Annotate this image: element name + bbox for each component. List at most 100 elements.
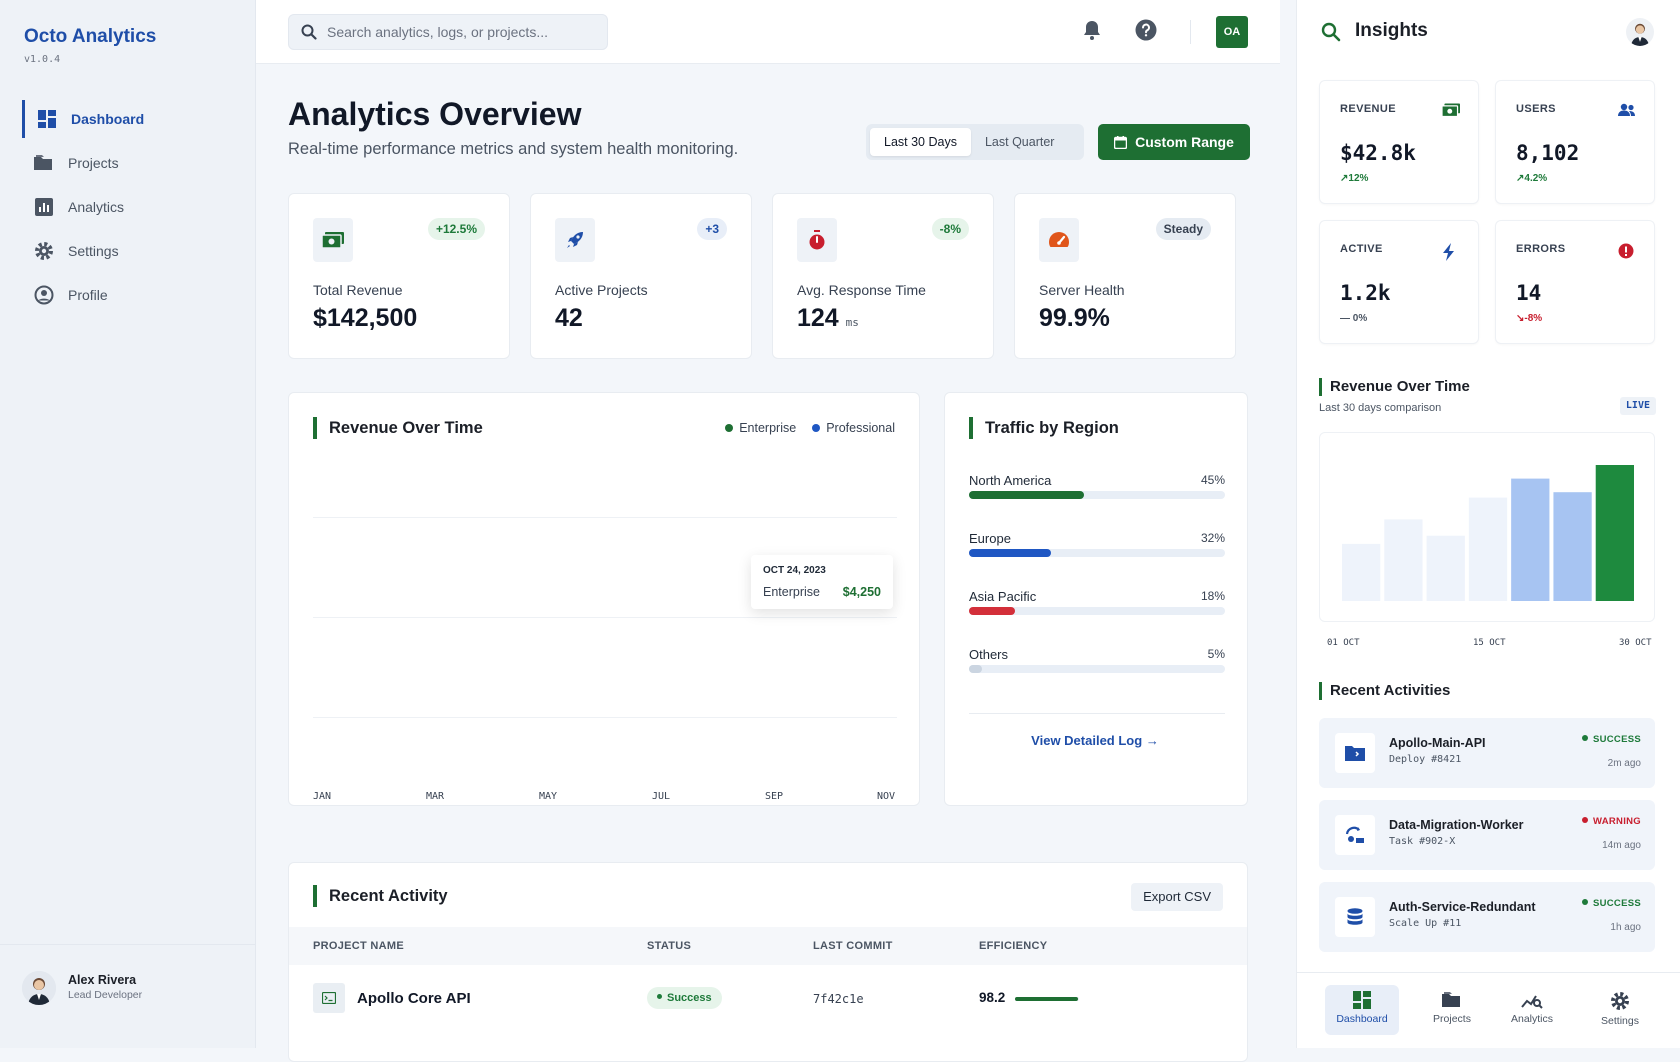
live-badge: LIVE: [1619, 397, 1656, 415]
x-tick: NOV: [877, 791, 896, 802]
chart-bar: [1426, 535, 1465, 601]
date-range-toggle: Last 30 Days Last Quarter: [866, 124, 1084, 160]
legend-enterprise[interactable]: Enterprise: [725, 421, 796, 435]
activity-name: Apollo-Main-API: [1389, 736, 1486, 750]
insight-value: 8,102: [1516, 141, 1580, 165]
chart-legend: Enterprise Professional: [725, 421, 895, 435]
help-icon[interactable]: [1134, 18, 1158, 42]
sidebar-item-settings[interactable]: Settings: [22, 232, 242, 270]
efficiency-bar: [1015, 997, 1079, 1001]
bottom-nav-label: Analytics: [1510, 1013, 1553, 1025]
activity-name: Auth-Service-Redundant: [1389, 900, 1536, 914]
recent-activity-card: Recent Activity Export CSV PROJECT NAME …: [288, 862, 1248, 1062]
x-tick: SEP: [765, 791, 784, 802]
insight-value: $42.8k: [1340, 141, 1416, 165]
chart-bar: [1511, 478, 1550, 601]
column-header: EFFICIENCY: [979, 940, 1048, 952]
range-last-30-days[interactable]: Last 30 Days: [870, 128, 971, 156]
gear-icon: [34, 241, 54, 261]
insight-label: USERS: [1516, 103, 1556, 115]
x-tick: 15 OCT: [1473, 638, 1506, 648]
region-row: Asia Pacific 18%: [969, 589, 1225, 615]
kpi-card-projects: +3 Active Projects 42: [530, 193, 752, 359]
x-tick: JUL: [652, 791, 671, 802]
sidebar: Octo Analytics v1.0.4 Dashboard Projects…: [0, 0, 256, 1048]
x-tick: 01 OCT: [1327, 638, 1360, 648]
column-header: LAST COMMIT: [813, 940, 893, 952]
mini-bar-chart-svg: [1342, 465, 1634, 601]
region-bar-fill: [969, 549, 1051, 557]
tooltip-series: Enterprise: [763, 585, 820, 599]
sidebar-item-label: Projects: [68, 155, 119, 171]
region-percent: 18%: [1200, 589, 1225, 603]
chart-bar: [1553, 492, 1592, 601]
account-avatar[interactable]: OA: [1216, 16, 1248, 48]
bottom-nav-label: Settings: [1601, 1015, 1639, 1027]
kpi-card-revenue: +12.5% Total Revenue $142,500: [288, 193, 510, 359]
sidebar-item-dashboard[interactable]: Dashboard: [22, 100, 242, 138]
sidebar-item-analytics[interactable]: Analytics: [22, 188, 242, 226]
region-bar: [969, 549, 1225, 557]
column-header: PROJECT NAME: [313, 940, 404, 952]
x-tick: JAN: [313, 791, 332, 802]
avatar[interactable]: [1626, 18, 1654, 46]
search-input[interactable]: [327, 15, 597, 49]
table-row[interactable]: Apollo Core API Success 7f42c1e 98.2: [289, 965, 1247, 1031]
insight-card-errors: ERRORS 14 ↘-8%: [1495, 220, 1655, 344]
range-last-quarter[interactable]: Last Quarter: [971, 128, 1068, 156]
kpi-label: Active Projects: [555, 282, 648, 298]
section-title: Recent Activities: [1319, 682, 1450, 700]
sidebar-item-label: Settings: [68, 243, 119, 259]
bottom-nav: Dashboard Projects Analytics Settings: [1297, 972, 1680, 1048]
sync-icon: [1335, 815, 1375, 855]
sidebar-item-label: Analytics: [68, 199, 125, 215]
divider: [1190, 20, 1191, 44]
bottom-nav-projects[interactable]: Projects: [1415, 985, 1489, 1035]
grid-line: [313, 717, 897, 718]
users-icon: [1618, 103, 1636, 121]
arrow-right-icon: →: [1145, 733, 1159, 748]
region-percent: 45%: [1200, 473, 1225, 487]
activity-time: 2m ago: [1607, 758, 1641, 769]
kpi-value: 124 ms: [797, 304, 859, 332]
card-title: Revenue Over Time: [313, 417, 483, 439]
activity-sub: Scale Up #11: [1389, 918, 1462, 929]
grid-icon: [37, 109, 57, 129]
sidebar-item-profile[interactable]: Profile: [22, 276, 242, 314]
kpi-badge: -8%: [931, 218, 969, 240]
alert-icon: [1618, 243, 1636, 261]
legend-professional[interactable]: Professional: [812, 421, 895, 435]
insight-label: ACTIVE: [1340, 243, 1383, 255]
activity-sub: Deploy #8421: [1389, 754, 1462, 765]
region-percent: 5%: [1207, 647, 1225, 661]
sidebar-item-projects[interactable]: Projects: [22, 144, 242, 182]
custom-range-button[interactable]: Custom Range: [1098, 124, 1250, 160]
kpi-value: 42: [555, 304, 583, 332]
activity-item[interactable]: Auth-Service-Redundant Scale Up #11 SUCC…: [1319, 882, 1655, 952]
activity-sub: Task #902-X: [1389, 836, 1456, 847]
trend-flat-icon: —: [1340, 313, 1353, 324]
region-name: Others: [969, 647, 1009, 662]
bottom-nav-analytics[interactable]: Analytics: [1495, 985, 1569, 1035]
export-csv-button[interactable]: Export CSV: [1131, 883, 1223, 911]
insight-value: 14: [1516, 281, 1542, 305]
bell-icon[interactable]: [1080, 18, 1104, 42]
search-icon: [301, 24, 317, 45]
kpi-badge: +12.5%: [427, 218, 485, 240]
revenue-chart-card: Revenue Over Time Enterprise Professiona…: [288, 392, 920, 806]
activity-item[interactable]: Data-Migration-Worker Task #902-X WARNIN…: [1319, 800, 1655, 870]
insight-delta: ↘-8%: [1516, 313, 1543, 324]
insights-title: Insights: [1355, 20, 1428, 41]
status-badge: Success: [647, 987, 722, 1009]
insight-label: ERRORS: [1516, 243, 1566, 255]
cash-icon: [313, 218, 353, 262]
status-badge: SUCCESS: [1581, 734, 1641, 745]
bottom-nav-settings[interactable]: Settings: [1583, 985, 1657, 1035]
view-detailed-log-link[interactable]: View Detailed Log →: [945, 733, 1245, 748]
search-icon[interactable]: [1321, 22, 1341, 47]
user-profile[interactable]: Alex Rivera Lead Developer: [0, 944, 256, 1048]
bottom-nav-dashboard[interactable]: Dashboard: [1325, 985, 1399, 1035]
avatar: [22, 971, 56, 1005]
region-bar-fill: [969, 665, 982, 673]
activity-item[interactable]: Apollo-Main-API Deploy #8421 SUCCESS 2m …: [1319, 718, 1655, 788]
